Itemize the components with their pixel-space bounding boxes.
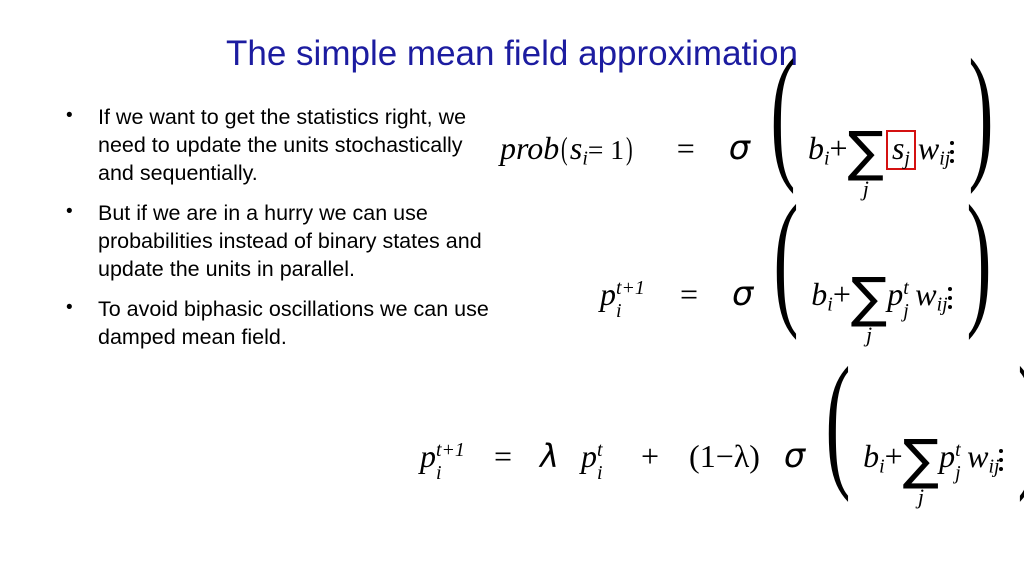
list-item: • To avoid biphasic oscillations we can … [52,295,502,351]
eq1-sum-symbol: ∑ [847,120,884,184]
eq2-equals: = [680,276,699,312]
eq1-state-rel: = 1 [587,134,625,165]
equation-3: pt+1i = λ pti + (1−λ) σ (bi+∑jptjwij) [420,345,1024,509]
eq3-sum-symbol: ∑ [902,428,940,492]
eq2-sum-symbol: ∑ [850,266,888,330]
eq1-equals: = [676,130,695,166]
eq2-lhs-var: p [600,276,616,312]
eq3-inner-plus: + [884,438,903,474]
equation-2: p t+1 i = σ (bi+∑ j p t j wij) [600,175,992,348]
eq3-plus: + [640,438,660,474]
eq2-sum-wrap: ∑ j [850,266,888,347]
eq1-sum-index: j [862,176,869,202]
eq1-open-paren: ( [561,130,568,166]
bullet-marker: • [66,297,73,318]
eq1-bias-var: b [808,130,824,166]
eq1-weight-sub: ij [939,147,951,170]
eq2-sigma: σ [732,274,754,313]
list-item-text: If we want to get the statistics right, … [98,105,467,185]
bullet-marker: • [66,105,73,126]
eq3-equals: = [494,438,513,474]
equation-1: prob(si= 1) = σ (bi+∑ j sj wij) [500,29,994,202]
list-item: • If we want to get the statistics right… [52,103,502,187]
list-item: • But if we are in a hurry we can use pr… [52,199,502,283]
eq3-prob-var: p [939,438,956,474]
eq2-ellipsis-dots [947,282,954,314]
list-item-text: But if we are in a hurry we can use prob… [98,201,482,281]
eq1-prob-label: prob [500,130,560,166]
eq3-sum-wrap: ∑ j [902,428,940,509]
bullet-marker: • [66,201,73,222]
eq1-weight-var: w [917,130,940,166]
bullet-list: • If we want to get the statistics right… [52,103,502,363]
eq1-sigma: σ [728,128,751,167]
eq3-lambda: λ [540,437,559,475]
eq1-close-paren: ) [626,130,633,166]
eq3-bias-var: b [863,438,880,474]
eq3-sum-index: j [917,484,924,510]
eq3-weight-var: w [967,438,989,474]
eq3-lhs-var: p [420,438,436,474]
eq3-weight-sub: ij [988,455,1000,478]
eq1-boxed-state-var: s [891,130,905,166]
eq3-ellipsis-dots [999,444,1005,476]
eq2-sum-index: j [865,322,873,348]
eq1-boxed-state-sub: j [904,147,910,170]
eq2-prob-var: p [887,276,904,312]
list-item-text: To avoid biphasic oscillations we can us… [98,297,489,349]
eq1-ellipsis-dots [950,136,956,168]
eq2-weight-sub: ij [936,293,948,316]
eq3-sigma: σ [783,436,806,475]
slide-canvas: The simple mean field approximation • If… [0,0,1024,576]
eq1-sum-wrap: ∑ j [847,120,884,201]
eq3-coefficient: (1−λ) [689,438,760,474]
eq1-state-var: s [569,130,583,166]
eq3-damp-var: p [580,438,597,474]
page-title: The simple mean field approximation [226,34,798,73]
eq2-weight-var: w [915,276,937,312]
status-badge-highlight-box: sj [885,130,916,170]
eq1-plus: + [829,130,848,166]
eq2-bias-var: b [811,276,828,312]
eq2-plus: + [832,276,851,312]
